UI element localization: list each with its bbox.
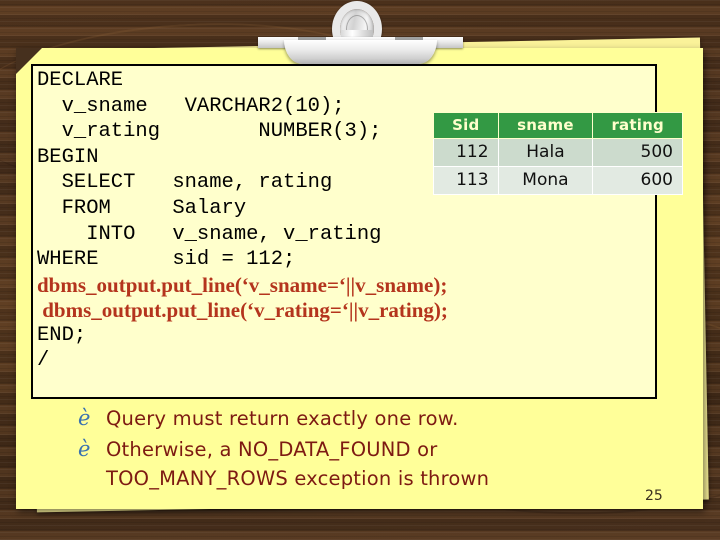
cell-sname: Hala: [497, 138, 594, 167]
code-line: INTO v_sname, v_rating: [37, 222, 382, 246]
code-line: FROM Salary: [37, 196, 247, 220]
code-line: END;: [37, 323, 87, 347]
code-line: DECLARE: [37, 69, 124, 92]
bullet-text-2: Otherwise, a NO_DATA_FOUND or TOO_MANY_RO…: [106, 435, 638, 493]
result-table-body: 112 Hala 500 113 Mona 600: [433, 138, 683, 195]
code-line: WHERE sid = 112;: [37, 248, 296, 272]
table-row: 112 Hala 500: [433, 138, 683, 167]
arrow-bullet-icon: è: [78, 406, 91, 430]
slide-canvas: DECLARE v_sname VARCHAR2(10); v_rating N…: [0, 0, 720, 540]
bullet-text-1: Query must return exactly one row.: [106, 407, 459, 430]
clipboard-clip-icon: [258, 0, 463, 64]
result-table-head: Sid sname rating: [433, 112, 683, 139]
code-line: /: [37, 349, 50, 373]
list-item: è Query must return exactly one row.: [78, 404, 638, 433]
arrow-bullet-icon: è: [78, 437, 91, 461]
column-header-sid: Sid: [433, 112, 499, 139]
result-table-header-row: Sid sname rating: [433, 112, 683, 139]
page-number: 25: [645, 488, 663, 504]
cell-sid: 113: [433, 166, 499, 195]
column-header-sname: sname: [497, 112, 594, 139]
table-row: 113 Mona 600: [433, 166, 683, 195]
clip-body: [284, 40, 437, 64]
cell-rating: 500: [592, 138, 683, 167]
cell-rating: 600: [592, 166, 683, 195]
bullet-list: è Query must return exactly one row. è O…: [78, 404, 638, 495]
bullet-text-2-line1: Otherwise, a NO_DATA_FOUND or: [106, 438, 438, 461]
cell-sid: 112: [433, 138, 499, 167]
code-line: dbms_output.put_line(‘v_rating=‘||v_rati…: [37, 297, 448, 322]
result-table: Sid sname rating 112 Hala 500 113 Mona 6…: [433, 112, 683, 195]
cell-sname: Mona: [497, 166, 594, 195]
column-header-rating: rating: [592, 112, 683, 139]
code-line: dbms_output.put_line(‘v_sname=‘||v_sname…: [37, 272, 448, 297]
bullet-text-2-line2: TOO_MANY_ROWS exception is thrown: [106, 467, 490, 490]
list-item: è Otherwise, a NO_DATA_FOUND or TOO_MANY_…: [78, 435, 638, 493]
